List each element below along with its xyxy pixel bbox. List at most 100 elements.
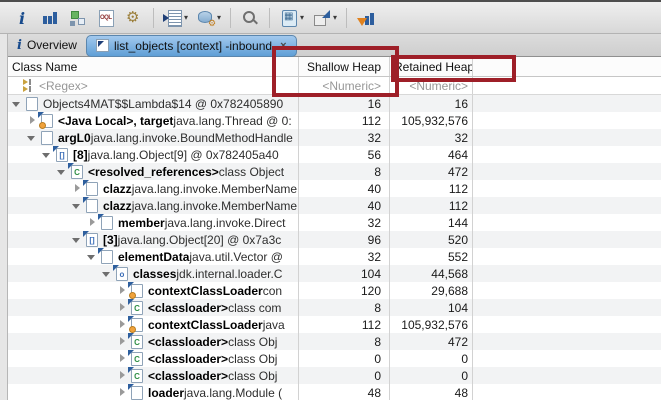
collapse-arrow-icon[interactable] [12, 95, 23, 112]
class-description: class Obj [228, 334, 278, 349]
table-row[interactable]: elementData java.util.Vector @ 32 552 [8, 248, 661, 265]
table-row[interactable]: o classes jdk.internal.loader.C 104 44,568 [8, 265, 661, 282]
table-row[interactable]: contextClassLoader java 112 105,932,576 [8, 316, 661, 333]
page-icon [23, 96, 39, 111]
oql-button[interactable] [93, 6, 119, 30]
expand-arrow-icon[interactable] [72, 180, 83, 197]
table-row[interactable]: clazz java.lang.invoke.MemberName 40 112 [8, 180, 661, 197]
col-shallow-heap[interactable]: Shallow Heap [299, 57, 390, 76]
compare-button[interactable] [353, 6, 379, 30]
table-row[interactable]: C <classloader> class com 8 104 [8, 299, 661, 316]
expert-tests-button[interactable]: ▾ [160, 6, 191, 30]
retained-heap-value: 144 [390, 214, 473, 231]
array-arrow-icon: [] [53, 146, 69, 162]
toolbar-separator [153, 7, 154, 28]
header-filler [473, 57, 661, 76]
tab-overview-label: Overview [26, 38, 77, 52]
table-row[interactable]: Objects4MAT$$Lambda$14 @ 0x782405890 16 16 [8, 95, 661, 112]
retained-heap-value: 29,688 [390, 282, 473, 299]
table-row[interactable]: clazz java.lang.invoke.MemberName 40 112 [8, 197, 661, 214]
info-button[interactable] [9, 6, 35, 30]
table-row[interactable]: C <classloader> class Obj 0 0 [8, 350, 661, 367]
search-icon [240, 8, 260, 28]
col-class-name[interactable]: Class Name [8, 57, 299, 76]
retained-filter-input[interactable]: <Numeric> [390, 77, 473, 94]
retained-heap-value: 520 [390, 231, 473, 248]
close-icon[interactable]: × [280, 40, 286, 52]
tab-overview[interactable]: i Overview [8, 35, 86, 55]
retained-heap-value: 472 [390, 163, 473, 180]
field-name: <resolved_references> [88, 164, 219, 179]
collapse-arrow-icon[interactable] [72, 231, 83, 248]
expand-arrow-icon[interactable] [117, 316, 128, 333]
table-row[interactable]: argL0 java.lang.invoke.BoundMethodHandle… [8, 129, 661, 146]
expand-arrow-icon[interactable] [117, 333, 128, 350]
calculator-button[interactable]: ▾ [276, 6, 307, 30]
field-name: member [118, 215, 165, 230]
field-name: <classloader> [148, 368, 229, 383]
shallow-heap-value: 8 [299, 299, 390, 316]
dominator-tree-button[interactable] [65, 6, 91, 30]
collapse-arrow-icon[interactable] [102, 265, 113, 282]
expand-arrow-icon[interactable] [117, 282, 128, 299]
histogram-button[interactable] [37, 6, 63, 30]
regex-filter-input[interactable]: <Regex> [39, 79, 88, 93]
export-button[interactable]: ▾ [309, 6, 340, 30]
retained-heap-value: 464 [390, 146, 473, 163]
expand-arrow-icon[interactable] [117, 384, 128, 400]
expand-arrow-icon[interactable] [117, 367, 128, 384]
table-row[interactable]: [] [3] java.lang.Object[20] @ 0x7a3c 96 520 [8, 231, 661, 248]
class-description: java.lang.Object[20] @ 0x7a3c [117, 232, 282, 247]
shallow-heap-value: 96 [299, 231, 390, 248]
dropdown-arrow-icon[interactable]: ▾ [217, 13, 221, 22]
dropdown-arrow-icon[interactable]: ▾ [333, 13, 337, 22]
shallow-heap-value: 120 [299, 282, 390, 299]
expand-arrow-icon[interactable] [87, 214, 98, 231]
settings-button[interactable] [121, 6, 147, 30]
retained-heap-value: 32 [390, 129, 473, 146]
shallow-heap-value: 40 [299, 197, 390, 214]
field-name: loader [148, 385, 185, 400]
expand-arrow-icon[interactable] [117, 299, 128, 316]
tab-list-objects[interactable]: list_objects [context] -inbound × [85, 34, 297, 57]
class-description: java.lang.invoke.Direct [164, 215, 286, 230]
table-row[interactable]: loader java.lang.Module (48 48 [8, 384, 661, 400]
page-icon [38, 130, 54, 145]
filter-row: <Regex> <Numeric> <Numeric> [8, 77, 661, 95]
tree-rows: Objects4MAT$$Lambda$14 @ 0x782405890 16 16… [8, 95, 661, 400]
heap-objects-button[interactable]: ▾ [193, 6, 224, 30]
table-row[interactable]: <Java Local>, target java.lang.Thread @ … [8, 112, 661, 129]
dropdown-arrow-icon[interactable]: ▾ [300, 13, 304, 22]
table-row[interactable]: [] [8] java.lang.Object[9] @ 0x782405a40 5… [8, 146, 661, 163]
table-row[interactable]: contextClassLoader con 120 29,688 [8, 282, 661, 299]
table-row[interactable]: C <classloader> class Obj 8 472 [8, 333, 661, 350]
collapse-arrow-icon[interactable] [72, 197, 83, 214]
shallow-filter-input[interactable]: <Numeric> [299, 77, 390, 94]
retained-heap-value: 48 [390, 384, 473, 400]
shallow-heap-value: 8 [299, 333, 390, 350]
collapse-arrow-icon[interactable] [27, 129, 38, 146]
expand-arrow-icon[interactable] [27, 112, 38, 129]
toolbar-separator [230, 7, 232, 28]
field-name: [8] [73, 147, 88, 162]
collapse-arrow-icon[interactable] [42, 146, 53, 163]
table-row[interactable]: C <resolved_references> class Object 8 472 [8, 163, 661, 180]
page-arrow-icon [83, 197, 99, 213]
class-arrow-icon: C [68, 163, 84, 179]
shallow-heap-value: 32 [299, 129, 390, 146]
collapse-arrow-icon[interactable] [87, 248, 98, 265]
retained-heap-value: 472 [390, 333, 473, 350]
expand-arrow-icon[interactable] [117, 350, 128, 367]
dropdown-arrow-icon[interactable]: ▾ [184, 13, 188, 22]
field-name: <classloader> [148, 300, 229, 315]
collapse-arrow-icon[interactable] [57, 163, 68, 180]
col-retained-heap[interactable]: Retained Heap [390, 57, 473, 76]
search-button[interactable] [237, 6, 263, 30]
table-row[interactable]: C <classloader> class Obj 0 0 [8, 367, 661, 384]
page-arrow-icon [83, 180, 99, 196]
field-name: clazz [103, 198, 132, 213]
table-row[interactable]: member java.lang.invoke.Direct 32 144 [8, 214, 661, 231]
class-arrow-icon: C [128, 367, 144, 383]
retained-heap-value: 44,568 [390, 265, 473, 282]
page-arrow-dot-icon [128, 316, 144, 333]
